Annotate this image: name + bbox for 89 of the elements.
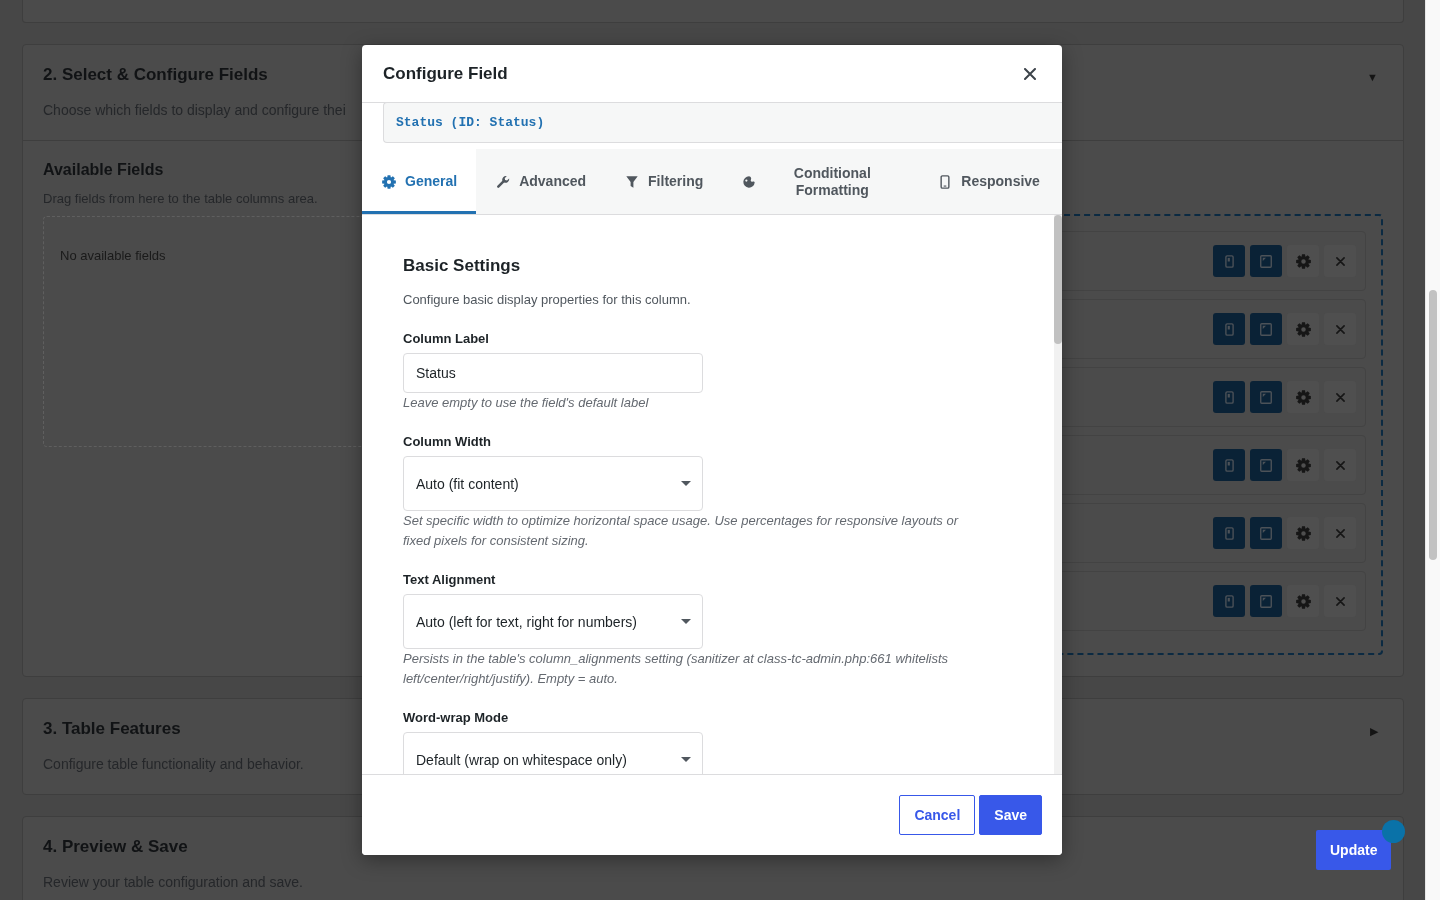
settings-icon [382,174,396,189]
remove-button[interactable] [1324,517,1356,549]
settings-icon [1295,389,1311,405]
settings-heading: Basic Settings [403,255,522,277]
help-text: Persists in the table's column_alignments setting (sanitizer at class-tc-admin.php:661 whitelists left/center/right/justify). Empty = auto. [403,650,950,688]
mobile-phone-icon [1224,526,1234,540]
text-input[interactable]: Status [403,353,703,393]
dropdown[interactable]: Default (wrap on whitespace only) [403,732,703,774]
tablet-icon [1260,594,1272,608]
mobile-toggle-button[interactable] [1213,313,1245,345]
mobile-toggle-button[interactable] [1213,585,1245,617]
mobile-phone-icon [1224,594,1234,608]
tablet-toggle-button[interactable] [1250,449,1282,481]
tablet-icon [1260,458,1272,472]
tab[interactable]: General [362,149,477,214]
tab[interactable]: Advanced [476,149,606,214]
settings-icon [1295,253,1311,269]
settings-icon [1295,525,1311,541]
mobile-phone-icon [1224,322,1234,336]
cancel-button[interactable]: Cancel [899,795,976,835]
tab[interactable]: Conditional Formatting [722,149,919,214]
settings-icon [1295,321,1311,337]
save-button[interactable]: Save [979,795,1042,835]
remove-button[interactable] [1324,245,1356,277]
settings-description: Configure basic display properties for this column. [403,291,692,309]
field-id-bar: Status (ID: Status) [383,102,1062,143]
remove-button[interactable] [1324,585,1356,617]
mobile-phone-icon [1224,254,1234,268]
scrollbar-track[interactable] [1054,215,1062,774]
section-title: 4. Preview & Save [43,836,189,858]
panel-heading: Available Fields [43,160,165,180]
settings-button[interactable] [1287,517,1319,549]
settings-button[interactable] [1287,449,1319,481]
tablet-icon [1260,322,1272,336]
x-icon [1335,324,1345,334]
tablet-icon [1260,526,1272,540]
settings-icon [1295,457,1311,473]
dialog-title: Configure Field [383,62,508,85]
help-text: Set specific width to optimize horizontal space usage. Use percentages for responsive layouts or fixed pixels for consistent sizing. [403,512,960,550]
scrollbar-thumb[interactable] [1054,215,1062,344]
remove-button[interactable] [1324,381,1356,413]
tablet-icon [1260,254,1272,268]
x-icon [1335,596,1345,606]
mobile-toggle-button[interactable] [1213,381,1245,413]
caret-icon [681,757,691,762]
palette-icon [742,174,757,189]
field-label: Column Label [403,330,490,348]
dropdown[interactable]: Auto (fit content) [403,456,703,511]
settings-icon [1295,593,1311,609]
close-icon [1024,67,1036,80]
caret-icon [681,481,691,486]
mobile-toggle-button[interactable] [1213,517,1245,549]
mobile-toggle-button[interactable] [1213,245,1245,277]
update-button[interactable]: Update [1316,830,1392,870]
settings-button[interactable] [1287,313,1319,345]
mobile-phone-icon [1224,390,1234,404]
x-icon [1335,460,1345,470]
tablet-toggle-button[interactable] [1250,585,1282,617]
mobile-toggle-button[interactable] [1213,449,1245,481]
section-title: 2. Select & Configure Fields [43,64,269,86]
field-label: Text Alignment [403,571,497,589]
settings-button[interactable] [1287,585,1319,617]
mobile-phone-icon [938,174,953,189]
field-label: Column Width [403,433,492,451]
settings-button[interactable] [1287,381,1319,413]
scrollbar-track[interactable] [1425,0,1440,900]
help-text: Leave empty to use the field's default label [403,394,650,412]
scrollbar-thumb[interactable] [1429,290,1437,560]
wrench-icon [496,174,511,189]
tablet-toggle-button[interactable] [1250,313,1282,345]
tablet-icon [1260,390,1272,404]
tablet-toggle-button[interactable] [1250,517,1282,549]
caret-icon [681,619,691,624]
x-icon [1335,256,1345,266]
tab[interactable]: Responsive [918,149,1059,214]
remove-button[interactable] [1324,313,1356,345]
tablet-toggle-button[interactable] [1250,245,1282,277]
tab[interactable]: Filtering [605,149,723,214]
remove-button[interactable] [1324,449,1356,481]
section-title: 3. Table Features [43,718,182,740]
tablet-toggle-button[interactable] [1250,381,1282,413]
field-label: Word-wrap Mode [403,709,510,727]
settings-button[interactable] [1287,245,1319,277]
funnel-icon [625,174,640,189]
x-icon [1335,392,1345,402]
dot-icon [1382,820,1405,843]
mobile-phone-icon [1224,458,1234,472]
dropdown[interactable]: Auto (left for text, right for numbers) [403,594,703,649]
x-icon [1335,528,1345,538]
